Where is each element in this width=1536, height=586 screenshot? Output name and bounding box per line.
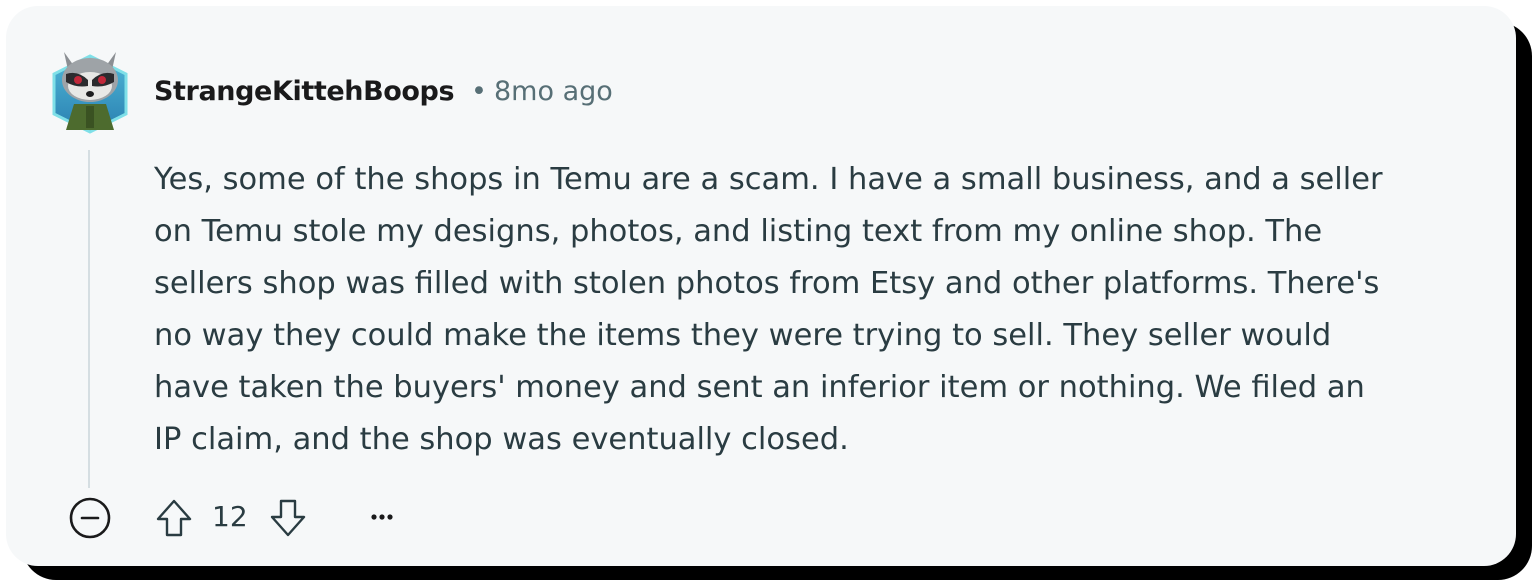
comment-body-line: no way they could make the items they we…	[154, 318, 1332, 353]
comment-body-line: IP claim, and the shop was eventually cl…	[154, 422, 849, 457]
minus-circle-icon	[69, 497, 111, 539]
meta-separator: •	[471, 76, 487, 107]
thread-line[interactable]	[88, 150, 90, 488]
comment-body: Yes, some of the shops in Temu are a sca…	[154, 154, 1474, 466]
comment-author[interactable]: StrangeKittehBoops	[154, 76, 455, 107]
downvote-button[interactable]	[268, 496, 308, 540]
raccoon-avatar-icon[interactable]	[48, 42, 132, 134]
comment-body-line: sellers shop was filled with stolen phot…	[154, 266, 1380, 301]
comment-body-line: have taken the buyers' money and sent an…	[154, 370, 1365, 405]
collapse-thread-button[interactable]	[68, 496, 112, 540]
arrow-up-icon	[156, 499, 192, 537]
comment-body-line: on Temu stole my designs, photos, and li…	[154, 214, 1323, 249]
comment-card: StrangeKittehBoops • 8mo ago Yes, some o…	[6, 6, 1516, 566]
ellipsis-icon	[371, 514, 393, 520]
vote-score: 12	[212, 500, 248, 533]
upvote-button[interactable]	[154, 496, 194, 540]
comment-body-line: Yes, some of the shops in Temu are a sca…	[154, 162, 1383, 197]
comment-timestamp[interactable]: 8mo ago	[494, 76, 613, 107]
arrow-down-icon	[270, 499, 306, 537]
more-options-button[interactable]	[362, 500, 402, 534]
